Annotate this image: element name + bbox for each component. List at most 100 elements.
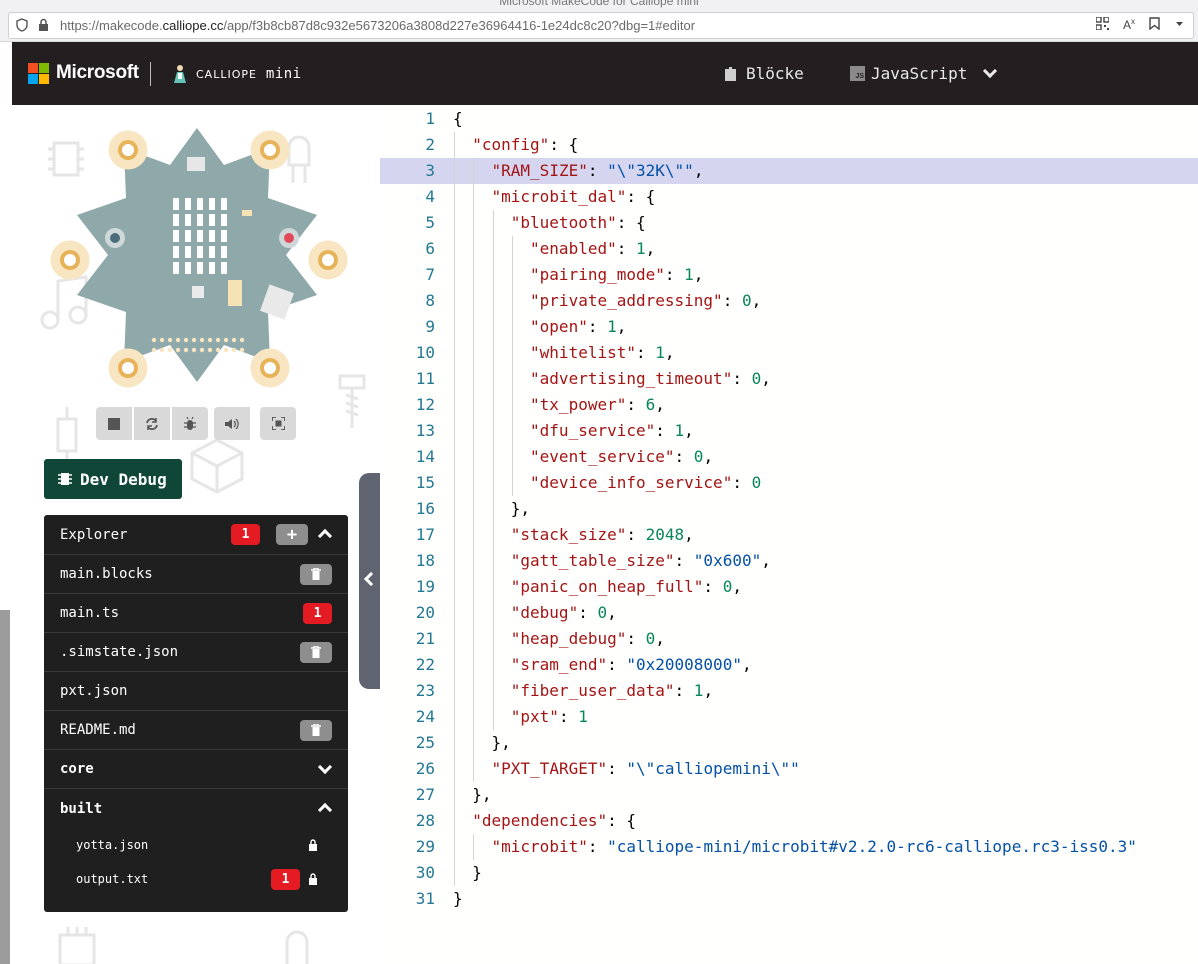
delete-file-button[interactable] xyxy=(300,719,332,741)
collapse-simulator-button[interactable] xyxy=(359,473,381,689)
chevron-down-icon[interactable] xyxy=(317,759,333,775)
code-token: 0 xyxy=(751,369,762,388)
code-token: 1 xyxy=(636,239,646,258)
built-file-row[interactable]: output.txt 1 xyxy=(44,862,348,896)
file-row[interactable]: .simstate.json xyxy=(44,633,348,672)
file-row[interactable]: pxt.json xyxy=(44,672,348,711)
line-number: 15 xyxy=(415,473,435,492)
code-line[interactable]: 11 "advertising_timeout": 0, xyxy=(380,366,1198,392)
code-line[interactable]: 12 "tx_power": 6, xyxy=(380,392,1198,418)
delete-file-button[interactable] xyxy=(300,641,332,663)
code-line[interactable]: 25}, xyxy=(380,730,1198,756)
indent-guide xyxy=(492,418,494,444)
code-text: "dependencies": { xyxy=(472,808,636,834)
code-line[interactable]: 7 "pairing_mode": 1, xyxy=(380,262,1198,288)
calliope-board[interactable] xyxy=(42,120,352,390)
dev-debug-button[interactable]: Dev Debug xyxy=(44,459,182,499)
code-line[interactable]: 21 "heap_debug": 0, xyxy=(380,626,1198,652)
code-token: : { xyxy=(607,811,637,830)
code-line[interactable]: 31} xyxy=(380,886,1198,912)
calliope-brand[interactable]: CALLIOPE mini xyxy=(196,66,302,82)
code-line[interactable]: 13 "dfu_service": 1, xyxy=(380,418,1198,444)
error-count-badge: 1 xyxy=(231,524,260,545)
code-token: : xyxy=(626,525,646,544)
code-text: } xyxy=(453,886,463,912)
chevron-up-icon[interactable] xyxy=(317,528,333,544)
package-group-built[interactable]: built xyxy=(44,789,348,828)
indent-guide xyxy=(454,600,455,626)
blocks-mode-button[interactable]: Blöcke xyxy=(723,64,804,83)
file-row[interactable]: main.blocks xyxy=(44,555,348,594)
code-line[interactable]: 29 "microbit": "calliope-mini/microbit#v2… xyxy=(380,834,1198,860)
code-line[interactable]: 9 "open": 1, xyxy=(380,314,1198,340)
code-line[interactable]: 8 "private_addressing": 0, xyxy=(380,288,1198,314)
code-line[interactable]: 10 "whitelist": 1, xyxy=(380,340,1198,366)
chevron-down-icon[interactable] xyxy=(983,63,998,79)
explorer-header[interactable]: Explorer 1 + xyxy=(44,515,348,555)
file-error-badge: 1 xyxy=(271,868,300,890)
code-token: } xyxy=(453,889,463,908)
code-line[interactable]: 1{ xyxy=(380,106,1198,132)
code-editor[interactable]: 1{2 "config": {3 "RAM_SIZE": "\"32K\"", 4 "m… xyxy=(380,105,1198,964)
code-line[interactable]: 24 "pxt": 1 xyxy=(380,704,1198,730)
built-file-row[interactable]: yotta.json xyxy=(44,828,348,862)
code-token: : xyxy=(587,317,608,336)
indent-guide xyxy=(492,236,494,262)
translate-icon[interactable]: Ax xyxy=(1123,17,1135,33)
dropdown-arrow-icon[interactable] xyxy=(1174,17,1185,33)
line-number: 14 xyxy=(415,447,435,466)
microsoft-label[interactable]: Microsoft xyxy=(56,62,139,84)
bookmark-icon[interactable] xyxy=(1149,17,1160,33)
code-line[interactable]: 17 "stack_size": 2048, xyxy=(380,522,1198,548)
code-line[interactable]: 20 "debug": 0, xyxy=(380,600,1198,626)
package-group-core[interactable]: core xyxy=(44,750,348,789)
lock-icon[interactable] xyxy=(36,18,50,32)
code-line[interactable]: 6 "enabled": 1, xyxy=(380,236,1198,262)
code-line[interactable]: 18 "gatt_table_size": "0x600", xyxy=(380,548,1198,574)
javascript-mode-button[interactable]: JS JavaScript xyxy=(850,63,998,83)
code-line[interactable]: 15 "device_info_service": 0 xyxy=(380,470,1198,496)
add-file-button[interactable]: + xyxy=(276,524,308,545)
line-number: 9 xyxy=(425,317,435,336)
debug-button[interactable] xyxy=(172,407,208,440)
calliope-logo-icon[interactable] xyxy=(170,64,190,84)
address-bar[interactable]: https://makecode.calliope.cc/app/f3b8cb8… xyxy=(8,12,1194,39)
code-line[interactable]: 4 "microbit_dal": { xyxy=(380,184,1198,210)
restart-button[interactable] xyxy=(134,407,170,440)
code-line[interactable]: 5 "bluetooth": { xyxy=(380,210,1198,236)
url-text[interactable]: https://makecode.calliope.cc/app/f3b8cb8… xyxy=(60,18,695,33)
code-text: "dfu_service": 1, xyxy=(530,418,694,444)
delete-file-button[interactable] xyxy=(300,563,332,585)
microsoft-logo-icon[interactable] xyxy=(28,63,49,84)
fullscreen-button[interactable] xyxy=(260,407,296,440)
code-line[interactable]: 14 "event_service": 0, xyxy=(380,444,1198,470)
code-line[interactable]: 19 "panic_on_heap_full": 0, xyxy=(380,574,1198,600)
code-token: "device_info_service" xyxy=(530,473,733,492)
shield-icon[interactable] xyxy=(15,18,29,32)
code-line[interactable]: 22 "sram_end": "0x20008000", xyxy=(380,652,1198,678)
code-token: , xyxy=(693,265,704,284)
line-number: 18 xyxy=(415,551,435,570)
line-number: 30 xyxy=(415,863,435,882)
qr-code-icon[interactable] xyxy=(1095,16,1110,33)
file-row[interactable]: README.md xyxy=(44,711,348,750)
indent-guide xyxy=(473,288,475,314)
stop-button[interactable] xyxy=(96,407,132,440)
code-text: "config": { xyxy=(472,132,578,158)
indent-guide xyxy=(511,340,513,366)
code-line[interactable]: 23 "fiber_user_data": 1, xyxy=(380,678,1198,704)
code-line[interactable]: 16}, xyxy=(380,496,1198,522)
chevron-up-icon[interactable] xyxy=(317,802,333,818)
code-line[interactable]: 2 "config": { xyxy=(380,132,1198,158)
file-row[interactable]: main.ts 1 xyxy=(44,594,348,633)
indent-guide xyxy=(492,704,494,730)
js-icon: JS xyxy=(850,66,865,81)
code-line[interactable]: 28 "dependencies": { xyxy=(380,808,1198,834)
code-token: , xyxy=(732,577,742,596)
code-token: , xyxy=(741,655,752,674)
code-line[interactable]: 26 "PXT_TARGET": "\"calliopemini\"" xyxy=(380,756,1198,782)
code-line[interactable]: 3 "RAM_SIZE": "\"32K\"", xyxy=(380,158,1198,184)
mute-button[interactable] xyxy=(214,407,250,440)
code-line[interactable]: 27}, xyxy=(380,782,1198,808)
code-line[interactable]: 30} xyxy=(380,860,1198,886)
